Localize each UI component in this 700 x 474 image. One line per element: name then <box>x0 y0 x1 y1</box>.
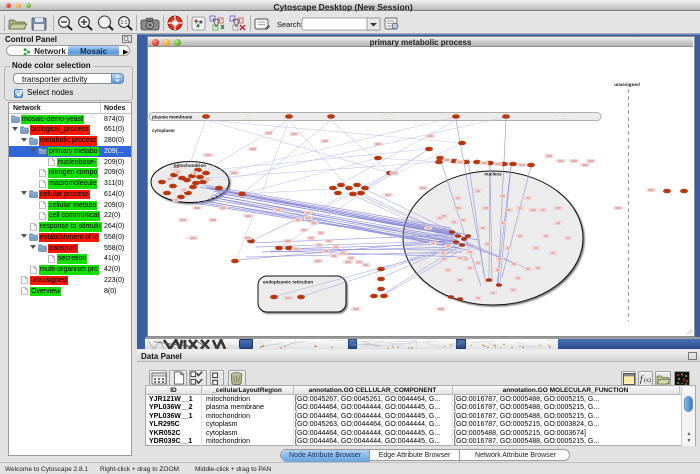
svg-text:cytoplasm: cytoplasm <box>152 128 175 133</box>
svg-text:Search:: Search: <box>277 20 303 29</box>
svg-text:mitochondrion: mitochondrion <box>174 163 206 168</box>
svg-text:nucleus: nucleus <box>484 172 502 177</box>
svg-text:plasma membrane: plasma membrane <box>152 115 193 120</box>
svg-text:unassigned: unassigned <box>614 82 640 87</box>
svg-text:1:1: 1:1 <box>121 20 128 26</box>
svg-text:endoplasmic reticulum: endoplasmic reticulum <box>263 280 313 285</box>
svg-text:(x): (x) <box>644 377 651 384</box>
